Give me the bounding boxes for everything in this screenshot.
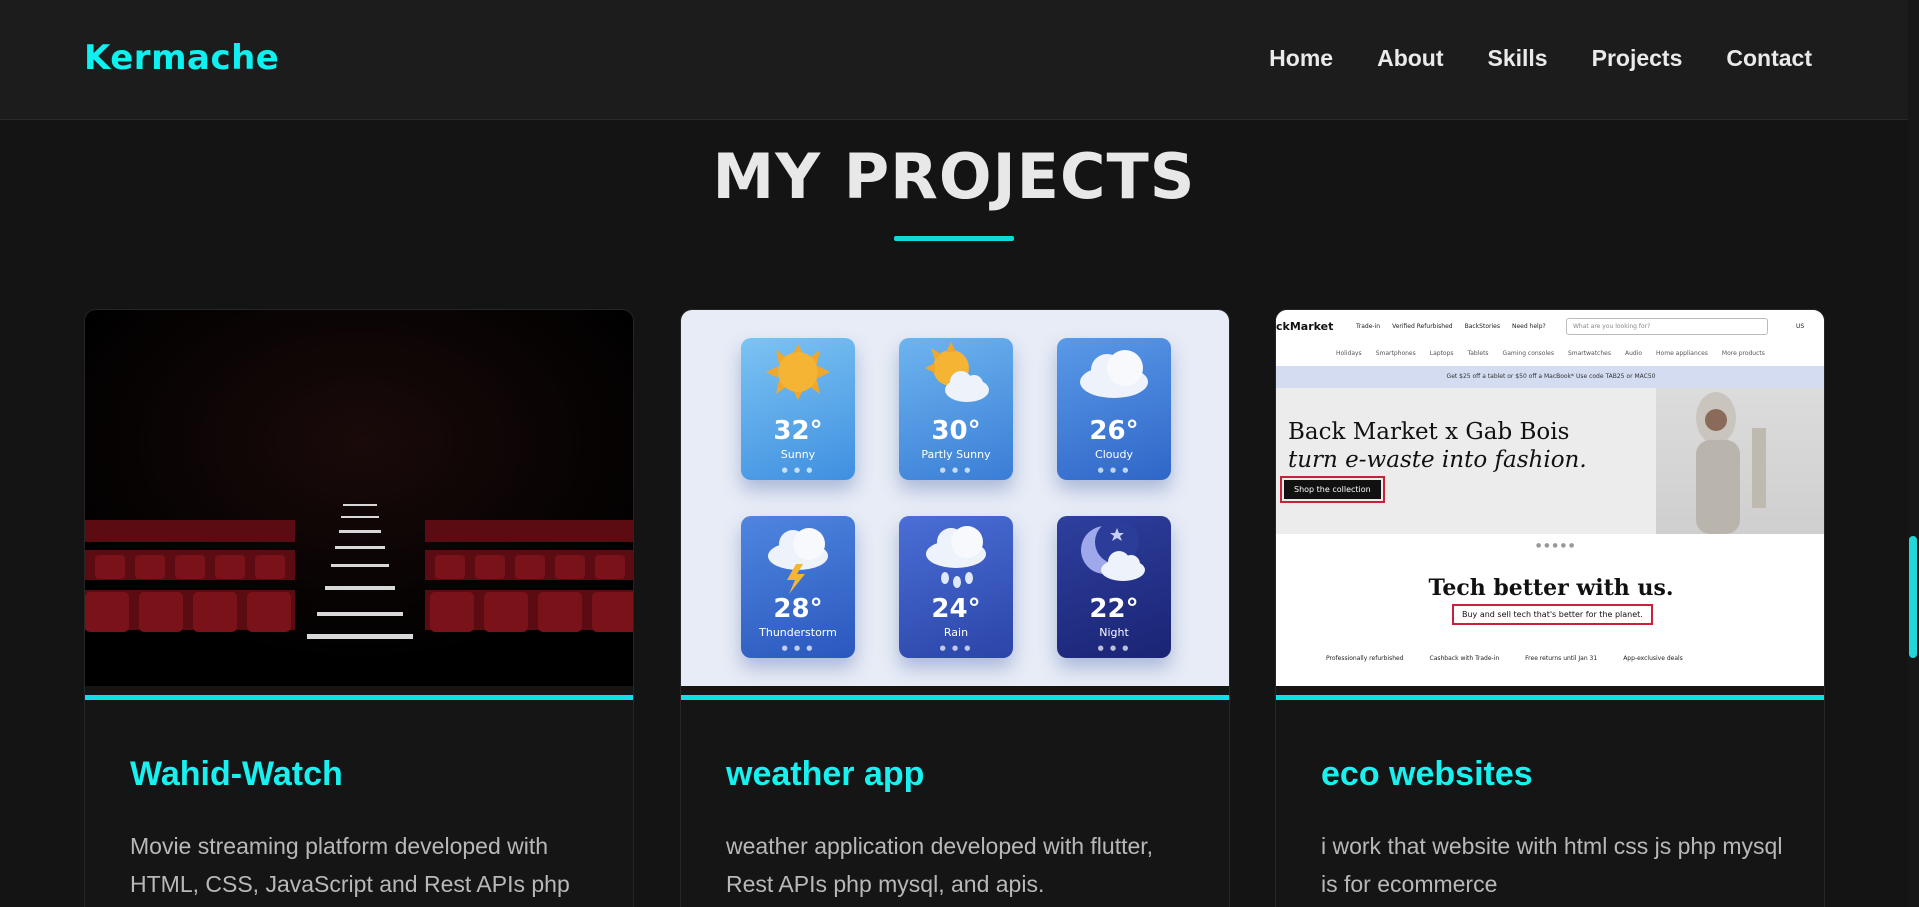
project-description: weather application developed with flutt… xyxy=(726,833,1154,897)
weather-dots: ● ● ● xyxy=(781,466,815,474)
bm-link: Verified Refurbished xyxy=(1392,323,1453,330)
cinema-illustration xyxy=(85,310,633,686)
bm-hero-line: Back Market x Gab Bois xyxy=(1288,419,1570,445)
bm-category: Holidays xyxy=(1336,350,1362,357)
bm-region: US xyxy=(1796,323,1805,330)
weather-label: Thunderstorm xyxy=(759,626,837,639)
nav-home[interactable]: Home xyxy=(1269,45,1333,72)
scrollbar-track[interactable] xyxy=(1908,0,1919,907)
sun-icon xyxy=(766,344,830,400)
bm-category: Laptops xyxy=(1429,350,1454,357)
moon-icon xyxy=(1081,520,1145,581)
cloud-icon xyxy=(1080,350,1148,398)
nav-skills[interactable]: Skills xyxy=(1488,45,1548,72)
bm-subline: Buy and sell tech that's better for the … xyxy=(1452,604,1653,625)
bm-link: BackStories xyxy=(1464,323,1500,330)
bm-feature: Professionally refurbished xyxy=(1326,655,1404,662)
bm-category: Gaming consoles xyxy=(1502,350,1554,357)
weather-dots: ● ● ● xyxy=(781,644,815,652)
weather-temp: 22° xyxy=(1089,594,1139,624)
bm-carousel-dots: ●●●●● xyxy=(1536,542,1578,549)
project-card-weather-app[interactable]: 32° Sunny ● ● ● 30° Partly Sunny ● ● ● 2… xyxy=(680,309,1230,907)
project-card-eco-websites[interactable]: ckMarket Trade-in Verified Refurbished B… xyxy=(1275,309,1825,907)
weather-card-thunderstorm: 28° Thunderstorm ● ● ● xyxy=(741,516,855,658)
bm-category: Tablets xyxy=(1467,350,1489,357)
bm-links: Trade-in Verified Refurbished BackStorie… xyxy=(1356,323,1546,330)
nav-projects[interactable]: Projects xyxy=(1592,45,1683,72)
weather-temp: 30° xyxy=(931,416,981,446)
rain-icon xyxy=(926,526,986,588)
bm-link: Trade-in xyxy=(1356,323,1381,330)
weather-temp: 32° xyxy=(773,416,823,446)
weather-temp: 24° xyxy=(931,594,981,624)
card-accent-bar xyxy=(85,695,633,700)
scrollbar-thumb[interactable] xyxy=(1909,536,1917,658)
project-image-backmarket: ckMarket Trade-in Verified Refurbished B… xyxy=(1276,310,1824,686)
project-image-weather: 32° Sunny ● ● ● 30° Partly Sunny ● ● ● 2… xyxy=(681,310,1229,686)
thunderstorm-icon xyxy=(768,528,828,594)
weather-temp: 28° xyxy=(773,594,823,624)
weather-dots: ● ● ● xyxy=(939,644,973,652)
nav-contact[interactable]: Contact xyxy=(1726,45,1812,72)
weather-card-night: 22° Night ● ● ● xyxy=(1057,516,1171,658)
weather-card-cloudy: 26° Cloudy ● ● ● xyxy=(1057,338,1171,480)
weather-label: Sunny xyxy=(780,448,816,461)
bm-feature: App-exclusive deals xyxy=(1623,655,1683,662)
weather-label: Night xyxy=(1099,626,1129,639)
bm-hero-model-image xyxy=(1656,388,1824,534)
weather-dots: ● ● ● xyxy=(1097,644,1131,652)
project-description: i work that website with html css js php… xyxy=(1321,833,1783,897)
title-underline xyxy=(894,236,1014,241)
weather-dots: ● ● ● xyxy=(1097,466,1131,474)
weather-label: Cloudy xyxy=(1095,448,1133,461)
bm-brand: ckMarket xyxy=(1276,320,1334,333)
main-nav: Home About Skills Projects Contact xyxy=(1269,45,1812,72)
bm-categories: Holidays Smartphones Laptops Tablets Gam… xyxy=(1336,350,1765,357)
bm-navbar: ckMarket Trade-in Verified Refurbished B… xyxy=(1276,310,1824,366)
model-figure xyxy=(1696,392,1766,534)
project-title[interactable]: weather app xyxy=(726,755,924,794)
project-card-wahid-watch[interactable]: Wahid-Watch Movie streaming platform dev… xyxy=(84,309,634,907)
card-accent-bar xyxy=(681,695,1229,700)
project-description: Movie streaming platform developed with … xyxy=(130,833,570,897)
weather-card-rain: 24° Rain ● ● ● xyxy=(899,516,1013,658)
project-image-cinema xyxy=(85,310,633,686)
bm-features: Professionally refurbished Cashback with… xyxy=(1326,655,1683,662)
project-title[interactable]: Wahid-Watch xyxy=(130,755,343,794)
site-header: Kermache Home About Skills Projects Cont… xyxy=(0,0,1908,120)
bm-category: Smartwatches xyxy=(1567,350,1611,357)
bm-tagline: Tech better with us. xyxy=(1428,575,1674,601)
weather-card-partly-sunny: 30° Partly Sunny ● ● ● xyxy=(899,338,1013,480)
bm-promo-banner: Get $25 off a tablet or $50 off a MacBoo… xyxy=(1276,366,1824,388)
project-title[interactable]: eco websites xyxy=(1321,755,1533,794)
weather-label: Rain xyxy=(943,626,969,639)
bm-feature: Cashback with Trade-in xyxy=(1429,655,1500,662)
nav-about[interactable]: About xyxy=(1377,45,1443,72)
weather-dots: ● ● ● xyxy=(939,466,973,474)
bm-category: Smartphones xyxy=(1375,350,1416,357)
partly-sunny-icon xyxy=(925,342,989,402)
bm-category: More products xyxy=(1721,350,1765,357)
weather-temp: 26° xyxy=(1089,416,1139,446)
section-title: MY PROJECTS xyxy=(712,140,1196,213)
bm-hero-button: Shop the collection xyxy=(1280,476,1385,503)
bm-hero-title: Back Market x Gab Bois turn e-waste into… xyxy=(1288,418,1587,474)
card-accent-bar xyxy=(1276,695,1824,700)
bm-link: Need help? xyxy=(1511,323,1546,330)
bm-hero-line: turn e-waste into fashion. xyxy=(1288,447,1587,473)
bm-category: Home appliances xyxy=(1656,350,1708,357)
bm-hero: Back Market x Gab Bois turn e-waste into… xyxy=(1276,388,1824,534)
weather-card-sunny: 32° Sunny ● ● ● xyxy=(741,338,855,480)
weather-label: Partly Sunny xyxy=(921,448,991,461)
site-logo[interactable]: Kermache xyxy=(84,38,279,78)
bm-feature: Free returns until Jan 31 xyxy=(1525,655,1598,662)
bm-search-box: What are you looking for? xyxy=(1566,318,1768,335)
bm-category: Audio xyxy=(1624,350,1643,357)
